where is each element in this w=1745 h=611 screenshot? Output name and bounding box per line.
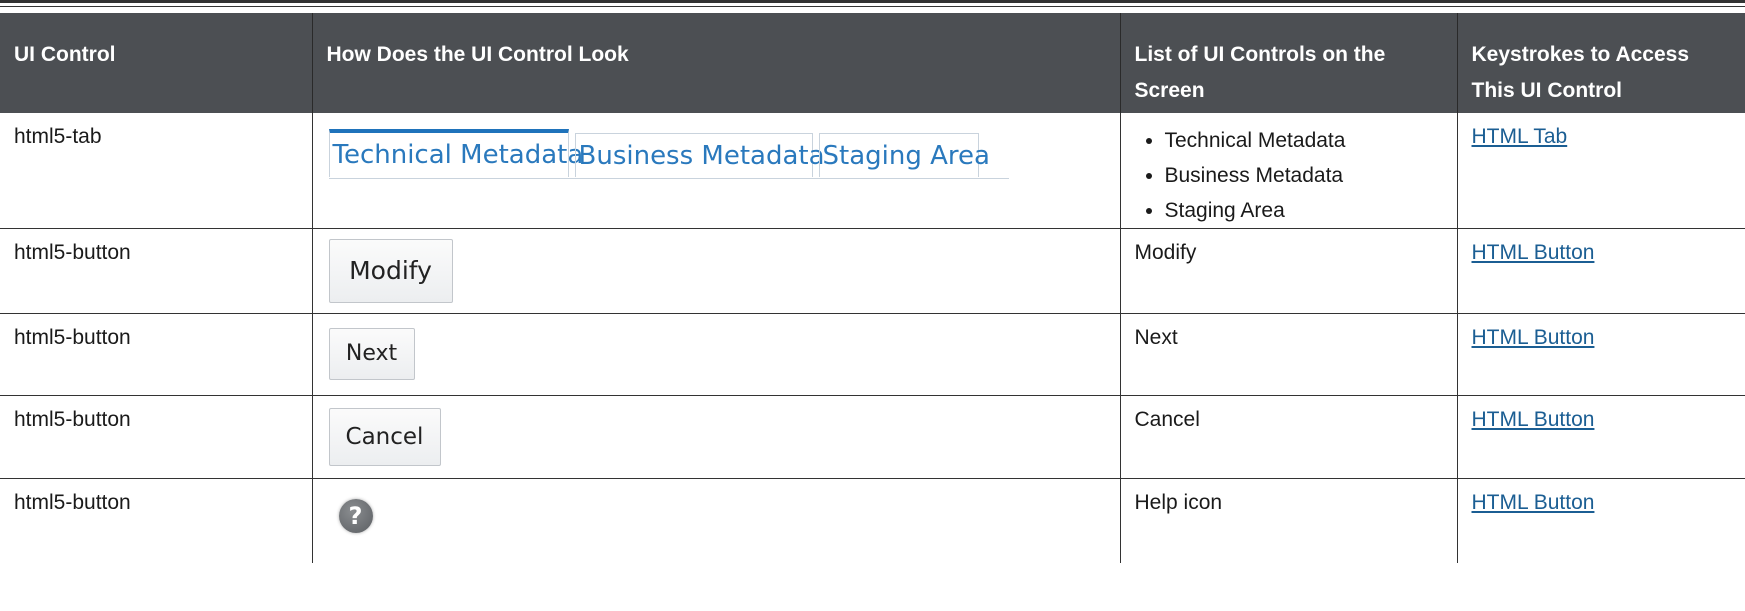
header-list-of-controls: List of UI Controls on the Screen bbox=[1120, 13, 1458, 113]
control-name: html5-button bbox=[0, 228, 313, 314]
header-keystrokes: Keystrokes to Access This UI Control bbox=[1457, 13, 1745, 113]
keystroke-cell: HTML Button bbox=[1457, 395, 1745, 479]
list-item: Staging Area bbox=[1165, 193, 1443, 228]
table-row: html5-button Modify Modify HTML Button bbox=[0, 228, 1745, 314]
keystroke-cell: HTML Button bbox=[1457, 228, 1745, 314]
html-button-link[interactable]: HTML Button bbox=[1472, 241, 1595, 264]
top-rule-thin bbox=[0, 6, 1745, 7]
control-preview: Technical Metadata Business Metadata Sta… bbox=[312, 113, 1121, 229]
control-preview: ? bbox=[312, 478, 1121, 563]
control-list-text: Next bbox=[1120, 313, 1458, 396]
control-name: html5-button bbox=[0, 395, 313, 479]
header-ui-control: UI Control bbox=[0, 13, 313, 113]
tab-business-metadata[interactable]: Business Metadata bbox=[574, 133, 825, 177]
ui-controls-table: UI Control How Does the UI Control Look … bbox=[0, 13, 1745, 563]
control-preview: Cancel bbox=[312, 395, 1121, 479]
control-list: Technical Metadata Business Metadata Sta… bbox=[1120, 113, 1458, 229]
html-button-link[interactable]: HTML Button bbox=[1472, 408, 1595, 431]
next-button[interactable]: Next bbox=[328, 328, 415, 380]
html-button-link[interactable]: HTML Button bbox=[1472, 326, 1595, 349]
control-list-text: Cancel bbox=[1120, 395, 1458, 479]
modify-button[interactable]: Modify bbox=[328, 239, 453, 303]
control-preview: Modify bbox=[312, 228, 1121, 314]
control-list-text: Modify bbox=[1120, 228, 1458, 314]
table-row: html5-button Next Next HTML Button bbox=[0, 313, 1745, 396]
tab-technical-metadata[interactable]: Technical Metadata bbox=[328, 129, 583, 177]
header-how-it-looks: How Does the UI Control Look bbox=[312, 13, 1121, 113]
keystroke-cell: HTML Button bbox=[1457, 313, 1745, 396]
tab-strip-preview: Technical Metadata Business Metadata Sta… bbox=[328, 125, 1009, 187]
control-list-text: Help icon bbox=[1120, 478, 1458, 563]
cancel-button[interactable]: Cancel bbox=[328, 408, 441, 466]
keystroke-cell: HTML Tab bbox=[1457, 113, 1745, 229]
table-header-row: UI Control How Does the UI Control Look … bbox=[0, 13, 1745, 113]
control-name: html5-button bbox=[0, 313, 313, 396]
table-row: html5-button ? Help icon HTML Button bbox=[0, 478, 1745, 564]
tab-staging-area[interactable]: Staging Area bbox=[818, 133, 990, 177]
control-name: html5-tab bbox=[0, 113, 313, 229]
list-item: Technical Metadata bbox=[1165, 123, 1443, 158]
top-rule bbox=[0, 0, 1745, 3]
keystroke-cell: HTML Button bbox=[1457, 479, 1745, 564]
html-tab-link[interactable]: HTML Tab bbox=[1472, 125, 1568, 148]
control-preview: Next bbox=[312, 313, 1121, 396]
table-row: html5-button Cancel Cancel HTML Button bbox=[0, 395, 1745, 479]
list-item: Business Metadata bbox=[1165, 158, 1443, 193]
table-row: html5-tab Technical Metadata Business Me… bbox=[0, 113, 1745, 229]
html-button-link[interactable]: HTML Button bbox=[1472, 491, 1595, 514]
tab-strip-baseline bbox=[328, 178, 1009, 179]
control-name: html5-button bbox=[0, 478, 313, 563]
help-icon[interactable]: ? bbox=[338, 499, 373, 533]
